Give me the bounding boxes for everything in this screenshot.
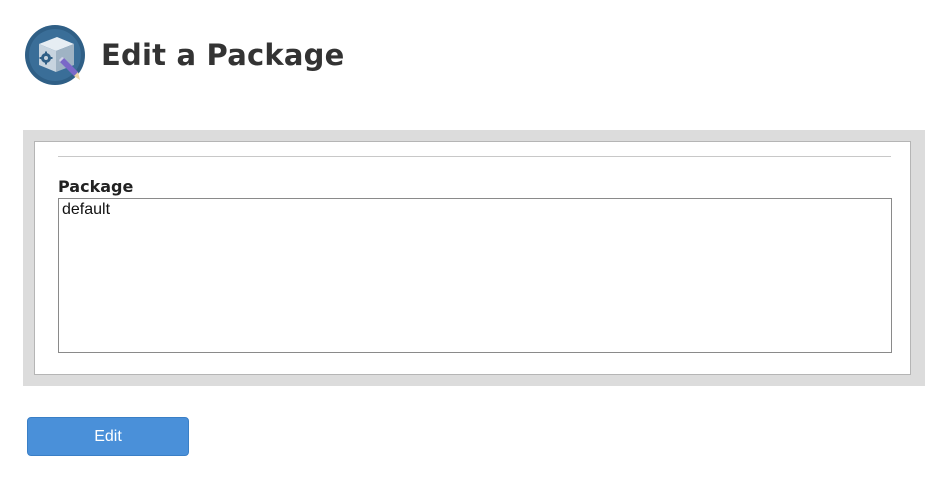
form-panel-inner: Package default — [34, 141, 911, 375]
divider — [58, 156, 891, 157]
page-title: Edit a Package — [101, 38, 345, 72]
page-header: Edit a Package — [22, 24, 344, 86]
package-option-default[interactable]: default — [62, 200, 888, 219]
form-panel: Package default — [23, 130, 925, 386]
package-gear-icon — [22, 24, 88, 86]
edit-button[interactable]: Edit — [27, 417, 189, 456]
package-field-label: Package — [58, 177, 134, 196]
package-select-list[interactable]: default — [58, 198, 892, 353]
